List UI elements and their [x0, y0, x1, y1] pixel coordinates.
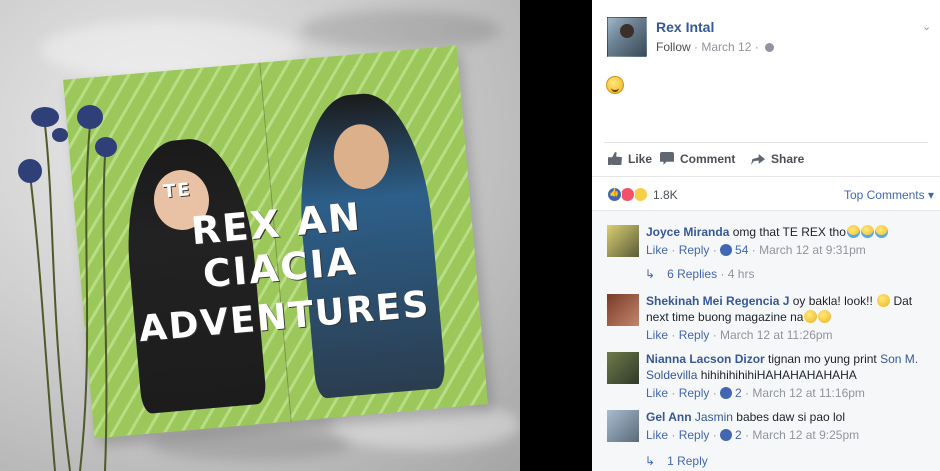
comment-like-link[interactable]: Like: [646, 428, 668, 442]
commenter-name[interactable]: Joyce Miranda: [646, 225, 729, 239]
reactions-bar: 1.8K Top Comments ▾: [592, 176, 940, 210]
top-comments-label: Top Comments: [843, 188, 925, 202]
comment-reply-link[interactable]: Reply: [679, 386, 710, 400]
replies-label: 1 Reply: [667, 454, 708, 468]
comment-like-count[interactable]: 2: [735, 428, 742, 442]
post-date[interactable]: March 12: [701, 40, 751, 54]
commenter-avatar[interactable]: [607, 410, 639, 442]
comment-button[interactable]: Comment: [660, 152, 735, 166]
grinning-face-icon: [804, 310, 818, 323]
comment-time[interactable]: March 12 at 9:25pm: [752, 428, 859, 442]
caret-down-icon: ▾: [924, 188, 934, 202]
view-replies-link[interactable]: ↳ 1 Reply: [645, 454, 708, 468]
meta-separator: ·: [754, 40, 759, 54]
comment-reply-link[interactable]: Reply: [679, 328, 710, 342]
sheet-fold: [300, 10, 500, 50]
post-panel: Rex Intal Follow · March 12 · ⌄ Like Com…: [592, 0, 940, 471]
commenter-avatar[interactable]: [607, 352, 639, 384]
like-count-icon: [720, 429, 733, 441]
post-meta: Follow · March 12 ·: [656, 40, 775, 54]
comment-like-link[interactable]: Like: [646, 328, 668, 342]
comment-time[interactable]: March 12 at 9:31pm: [759, 243, 866, 257]
reply-arrow-icon: ↳: [645, 267, 656, 281]
smiling-face-icon: [818, 310, 832, 323]
like-label: Like: [628, 152, 653, 166]
comment-actions: Like · Reply · 2 · March 12 at 9:25pm: [646, 428, 860, 442]
like-count-icon: [720, 387, 733, 399]
replies-label: 6 Replies: [667, 267, 718, 281]
globe-icon: [765, 43, 775, 52]
comment-actions: Like · Reply · 54 · March 12 at 9:31pm: [646, 243, 866, 257]
follow-link[interactable]: Follow: [656, 40, 691, 54]
wow-reaction-icon[interactable]: [633, 187, 648, 202]
love-reaction-icon[interactable]: [620, 187, 635, 202]
share-label: Share: [771, 152, 805, 166]
post-actions: Like Comment Share: [604, 142, 928, 174]
comment-reply-link[interactable]: Reply: [679, 428, 710, 442]
share-button[interactable]: Share: [751, 152, 804, 166]
author-avatar[interactable]: [607, 17, 647, 57]
like-button[interactable]: Like: [608, 152, 652, 166]
author-name[interactable]: Rex Intal: [656, 19, 714, 35]
share-icon: [751, 153, 765, 165]
comment-time[interactable]: March 12 at 11:16pm: [752, 386, 865, 400]
comment-time[interactable]: March 12 at 11:26pm: [720, 328, 833, 342]
comment-label: Comment: [680, 152, 736, 166]
comment-like-count[interactable]: 54: [735, 243, 748, 257]
comment-like-link[interactable]: Like: [646, 243, 668, 257]
mentioned-user[interactable]: Jasmin: [695, 410, 733, 424]
magazine: TE REX AN CIACIA ADVENTURES: [63, 45, 493, 447]
commenter-name[interactable]: Nianna Lacson Dizor: [646, 352, 765, 366]
like-count-icon: [720, 244, 733, 256]
chevron-down-icon[interactable]: ⌄: [922, 20, 932, 33]
comment-text: oy bakla! look!!: [792, 294, 873, 308]
comment-like-link[interactable]: Like: [646, 386, 668, 400]
comment-actions: Like · Reply · March 12 at 11:26pm: [646, 328, 833, 342]
reply-arrow-icon: ↳: [645, 454, 656, 468]
smiling-face-icon: [877, 294, 891, 307]
post-header: Rex Intal Follow · March 12 · ⌄: [607, 17, 932, 59]
commenter-avatar[interactable]: [607, 294, 639, 326]
crying-laughing-icon: [874, 225, 888, 238]
view-replies-link[interactable]: ↳ 6 Replies · 4 hrs: [645, 267, 754, 281]
meta-separator: ·: [694, 40, 699, 54]
comment-text: babes daw si pao lol: [736, 410, 846, 424]
smiley-icon: [606, 76, 624, 94]
commenter-name[interactable]: Shekinah Mei Regencia J: [646, 294, 789, 308]
post-photo[interactable]: TE REX AN CIACIA ADVENTURES: [0, 0, 520, 471]
reaction-count[interactable]: 1.8K: [653, 188, 678, 202]
crying-laughing-icon: [846, 225, 860, 238]
comment-like-count[interactable]: 2: [735, 386, 742, 400]
commenter-name[interactable]: Gel Ann: [646, 410, 692, 424]
comment-reply-link[interactable]: Reply: [679, 243, 710, 257]
comment-text: omg that TE REX tho: [732, 225, 846, 239]
comments-section: Joyce Miranda omg that TE REX tho Like ·…: [592, 210, 940, 471]
comment-actions: Like · Reply · 2 · March 12 at 11:16pm: [646, 386, 865, 400]
comment-text: tignan mo yung print: [768, 352, 877, 366]
comment-text-continued: hihihihihihiHAHAHAHAHAHA: [700, 368, 857, 382]
like-icon: [608, 152, 622, 165]
commenter-avatar[interactable]: [607, 225, 639, 257]
comment-icon: [660, 152, 674, 165]
crying-laughing-icon: [860, 225, 874, 238]
dried-flowers: [18, 105, 117, 471]
replies-time: 4 hrs: [727, 267, 755, 281]
like-reaction-icon[interactable]: [607, 187, 622, 202]
top-comments-dropdown[interactable]: Top Comments ▾: [844, 188, 934, 202]
